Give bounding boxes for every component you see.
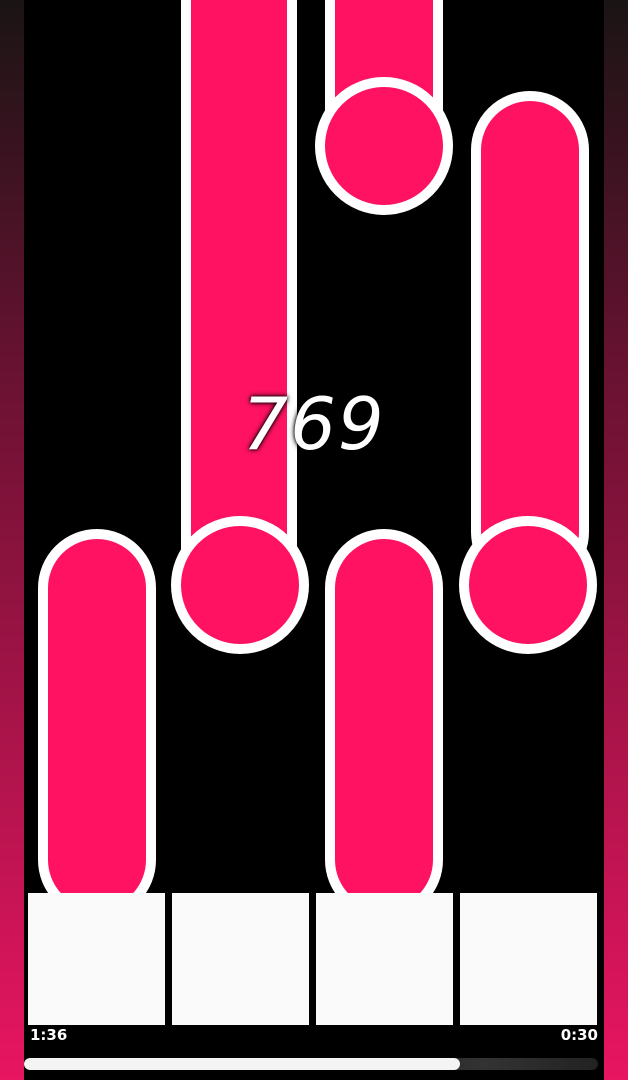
- key-lane-4[interactable]: [460, 893, 597, 1025]
- score-counter: 769: [242, 382, 386, 466]
- song-progress-fill: [24, 1058, 461, 1070]
- game-stage[interactable]: 769 1:36 0:30: [0, 0, 628, 1080]
- song-progress-bar[interactable]: [24, 1058, 598, 1070]
- time-remaining: 0:30: [560, 1026, 598, 1044]
- hold-note-lane-2-head[interactable]: [171, 516, 309, 654]
- hold-note-lane-4-head[interactable]: [459, 516, 597, 654]
- hold-note-lane-2-body[interactable]: [181, 0, 297, 595]
- hold-note-lane-3-bottom-body[interactable]: [325, 529, 443, 919]
- hold-note-lane-4-body[interactable]: [471, 91, 589, 591]
- key-lane-2[interactable]: [172, 893, 309, 1025]
- hold-note-lane-1-body[interactable]: [38, 529, 156, 919]
- key-lane-3[interactable]: [316, 893, 453, 1025]
- hold-note-lane-3-top-head[interactable]: [315, 77, 453, 215]
- time-elapsed: 1:36: [30, 1026, 68, 1044]
- key-lane-1[interactable]: [28, 893, 165, 1025]
